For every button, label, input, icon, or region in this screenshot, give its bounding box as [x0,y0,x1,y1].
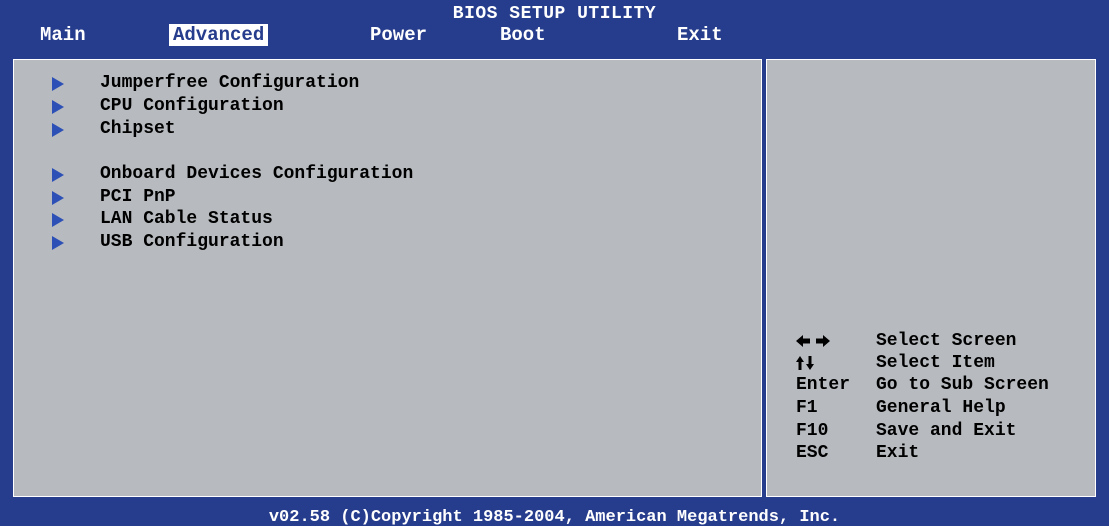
tab-advanced[interactable]: Advanced [169,24,269,46]
help-desc: General Help [876,398,1006,418]
menu-item-label: LAN Cable Status [100,209,273,229]
tab-power[interactable]: Power [366,24,431,46]
submenu-arrow-icon [52,236,64,250]
menu-panel: Jumperfree Configuration CPU Configurati… [13,59,762,497]
copyright-footer: v02.58 (C)Copyright 1985-2004, American … [0,509,1109,526]
up-down-arrows-icon [796,351,876,370]
menu-item-label: Onboard Devices Configuration [100,164,414,184]
tab-boot[interactable]: Boot [496,24,550,46]
help-key: Enter [796,375,851,395]
help-desc: Exit [876,443,920,463]
submenu-arrow-icon [52,77,64,91]
help-desc: Select Screen [876,331,1017,351]
help-key: F10 [796,421,829,441]
menu-item-label: USB Configuration [100,232,284,252]
menu-item-label: PCI PnP [100,187,176,207]
left-right-arrows-icon [796,329,876,348]
utility-title: BIOS SETUP UTILITY [452,4,657,24]
menu-item-label: Chipset [100,119,176,139]
help-panel: Select Screen Select Item Enter Go to Su… [766,59,1096,497]
help-desc: Go to Sub Screen [876,375,1049,395]
submenu-arrow-icon [52,123,64,137]
submenu-arrow-icon [52,100,64,114]
help-key: F1 [796,398,818,418]
menu-item-label: CPU Configuration [100,96,284,116]
tab-exit[interactable]: Exit [673,24,727,46]
tab-main[interactable]: Main [36,24,90,46]
help-desc: Save and Exit [876,421,1017,441]
menu-item-label: Jumperfree Configuration [100,73,360,93]
help-key: ESC [796,443,829,463]
submenu-arrow-icon [52,168,64,182]
help-desc: Select Item [876,353,995,373]
bios-header: BIOS SETUP UTILITY Main Advanced Power B… [0,0,1109,48]
submenu-arrow-icon [52,191,64,205]
submenu-arrow-icon [52,213,64,227]
